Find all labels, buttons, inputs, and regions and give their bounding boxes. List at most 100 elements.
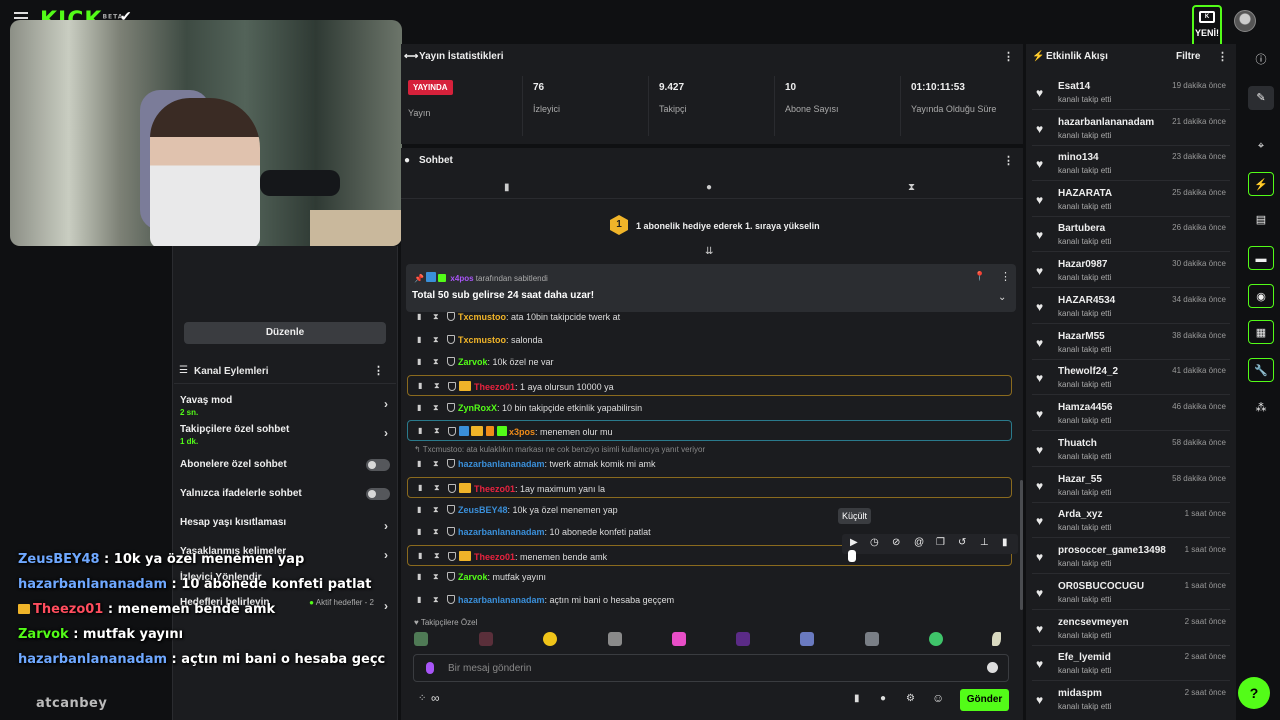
edit-button[interactable]: Düzenle <box>184 322 386 344</box>
hourglass-icon[interactable]: ⧗ <box>434 426 440 436</box>
hourglass-icon[interactable]: ⧗ <box>433 459 439 469</box>
trash-icon[interactable]: ▮ <box>418 381 422 390</box>
dashboard-icon[interactable]: ▦ <box>1248 320 1274 344</box>
channel-points-icon[interactable]: ⁘ <box>418 693 426 704</box>
more-options-icon[interactable]: ⋮ <box>1003 50 1014 63</box>
trash-icon[interactable]: ▮ <box>854 693 860 704</box>
mention-icon[interactable]: @ <box>914 537 924 548</box>
trash-icon[interactable]: ▮ <box>504 182 510 193</box>
chat-message[interactable]: ▮ ⧗ Txcmustoo: salonda <box>407 330 1012 351</box>
hourglass-icon[interactable]: ⧗ <box>433 527 439 537</box>
chat-message[interactable]: ▮ ⧗ hazarbanlananadam: twerk atmak komik… <box>407 454 1012 475</box>
trash-icon[interactable]: ▮ <box>417 312 421 321</box>
emote[interactable] <box>414 632 428 646</box>
emotes-only-action[interactable]: Yalnızca ifadelerle sohbet <box>180 488 390 500</box>
emote[interactable] <box>929 632 943 646</box>
chat-message[interactable]: ▮ ⧗ Zarvok: mutfak yayını <box>407 567 1012 588</box>
hourglass-icon[interactable]: ⧗ <box>433 335 439 345</box>
chat-message-highlighted[interactable]: ▮ ⧗ Theezo01: 1ay maximum yanı la <box>407 477 1012 498</box>
account-age-action[interactable]: Hesap yaşı kısıtlaması › <box>180 517 390 533</box>
hourglass-icon[interactable]: ⧗ <box>434 483 440 493</box>
active-goals-label: Aktif hedefler - 2 <box>309 598 374 607</box>
trash-icon[interactable]: ▮ <box>417 357 421 366</box>
trash-icon[interactable]: ▮ <box>417 459 421 468</box>
hourglass-icon[interactable]: ⧗ <box>433 312 439 322</box>
pin-icon[interactable]: 📍 <box>974 271 985 282</box>
subs-only-toggle[interactable] <box>366 459 390 471</box>
more-options-icon[interactable]: ⋮ <box>1003 154 1014 167</box>
pinned-message[interactable]: 📌 x4pos tarafından sabitlendi Total 50 s… <box>406 264 1016 312</box>
emotes-only-toggle[interactable] <box>366 488 390 500</box>
trash-icon[interactable]: ▮ <box>418 426 422 435</box>
hourglass-icon[interactable]: ⧗ <box>433 572 439 582</box>
trash-icon[interactable]: ▮ <box>417 505 421 514</box>
broadcast-icon[interactable]: ◉ <box>1248 284 1274 308</box>
emote[interactable] <box>608 632 622 646</box>
trash-icon[interactable]: ▮ <box>418 483 422 492</box>
emote[interactable] <box>865 632 879 646</box>
mic-icon[interactable] <box>426 662 434 674</box>
chat-icon[interactable]: ● <box>706 182 712 193</box>
emote[interactable] <box>992 632 1001 646</box>
chat-message[interactable]: ▮ ⧗ hazarbanlananadam: açtın mi bani o h… <box>407 590 1012 611</box>
copy-icon[interactable]: ❐ <box>936 537 945 548</box>
pencil-icon[interactable]: ✎ <box>1248 86 1274 110</box>
hourglass-icon[interactable]: ⧗ <box>433 357 439 367</box>
new-feature-button[interactable]: K YENİ! <box>1192 5 1222 49</box>
hourglass-icon[interactable]: ⧗ <box>433 595 439 605</box>
followers-only-action[interactable]: Takipçilere özel sohbet 1 dk. › <box>180 424 390 446</box>
lightning-icon[interactable]: ⚡ <box>1248 172 1274 196</box>
collapse-icon[interactable]: ⇊ <box>705 246 713 257</box>
document-icon[interactable]: ▤ <box>1248 208 1274 232</box>
trash-icon[interactable]: ▮ <box>417 403 421 412</box>
hourglass-icon[interactable]: ⧗ <box>433 403 439 413</box>
hourglass-icon[interactable]: ⧗ <box>434 381 440 391</box>
slow-mode-action[interactable]: Yavaş mod 2 sn. › <box>180 395 390 417</box>
trash-icon[interactable]: ▮ <box>417 335 421 344</box>
chat-message[interactable]: ▮ ⧗ ZynRoxX: 10 bin takipçide etkinlik y… <box>407 398 1012 419</box>
timeout-icon[interactable]: ◷ <box>870 537 879 548</box>
chat-icon[interactable]: ● <box>880 693 886 704</box>
filter-button[interactable]: Filtre <box>1176 51 1200 62</box>
chat-message-highlighted[interactable]: ▮ ⧗ x3pos: menemen olur mu <box>407 420 1012 441</box>
chat-message[interactable]: ▮ ⧗ ZeusBEY48: 10k ya özel menemen yap <box>407 500 1012 521</box>
emote[interactable] <box>672 632 686 646</box>
chat-scrollbar[interactable] <box>1020 480 1023 610</box>
info-icon[interactable]: ⓘ <box>1248 48 1274 72</box>
emote[interactable] <box>479 632 493 646</box>
emoji-icon[interactable] <box>987 662 998 673</box>
emote[interactable] <box>736 632 750 646</box>
send-button[interactable]: Gönder <box>960 689 1009 711</box>
reply-icon[interactable]: ↺ <box>958 537 966 548</box>
chat-message[interactable]: ▮ ⧗ Zarvok: 10k özel ne var <box>407 352 1012 373</box>
emote-picker-icon[interactable]: ☺ <box>932 691 944 705</box>
user-avatar[interactable] <box>1234 10 1256 32</box>
trash-icon[interactable]: ▮ <box>417 572 421 581</box>
chat-message[interactable]: ▮ ⧗ Txcmustoo: ata 10bin takipcide twerk… <box>407 307 1012 328</box>
subs-only-action[interactable]: Abonelere özel sohbet <box>180 459 390 471</box>
chat-message-highlighted[interactable]: ▮ ⧗ Theezo01: 1 aya olursun 10000 ya <box>407 375 1012 396</box>
hourglass-icon[interactable]: ⧗ <box>434 551 440 561</box>
emote[interactable] <box>543 632 557 646</box>
trash-icon[interactable]: ▮ <box>417 527 421 536</box>
chevron-down-icon[interactable]: ⌄ <box>998 292 1006 303</box>
emote[interactable] <box>800 632 814 646</box>
trash-icon[interactable]: ▮ <box>418 551 422 560</box>
more-options-icon[interactable]: ⋮ <box>1217 50 1228 63</box>
wrench-icon[interactable]: 🔧 <box>1248 358 1274 382</box>
delete-icon[interactable]: ▮ <box>1002 537 1008 548</box>
community-icon[interactable]: ⁂ <box>1248 396 1274 420</box>
play-icon[interactable]: ▶ <box>850 537 858 548</box>
focus-icon[interactable]: ⌖ <box>1248 134 1274 158</box>
more-options-icon[interactable]: ⋮ <box>1000 270 1011 283</box>
more-options-icon[interactable]: ⋮ <box>373 364 384 377</box>
chat-icon[interactable]: ▬ <box>1248 246 1274 270</box>
help-button[interactable]: ? <box>1238 677 1270 709</box>
hourglass-icon[interactable]: ⧗ <box>908 182 915 193</box>
gear-icon[interactable]: ⚙ <box>906 693 915 704</box>
hourglass-icon[interactable]: ⧗ <box>433 505 439 515</box>
chat-input[interactable]: Bir mesaj gönderin <box>413 654 1009 682</box>
trash-icon[interactable]: ▮ <box>417 595 421 604</box>
pin-icon[interactable]: ⊥ <box>980 537 989 548</box>
hide-icon[interactable]: ⊘ <box>892 537 900 548</box>
